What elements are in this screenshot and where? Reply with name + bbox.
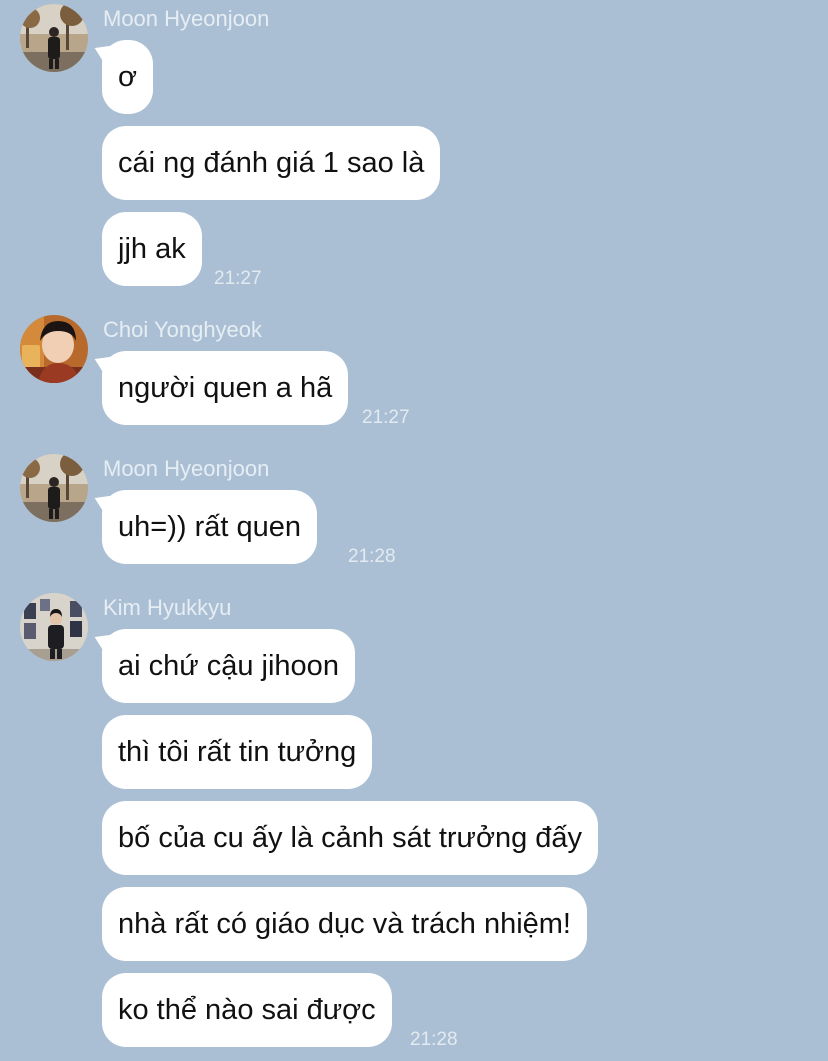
- user-avatar-photo-icon: [20, 454, 88, 522]
- user-avatar-photo-icon: [20, 315, 88, 383]
- message-bubble[interactable]: nhà rất có giáo dục và trách nhiệm!: [102, 887, 587, 961]
- user-avatar-photo-icon: [20, 4, 88, 72]
- user-avatar-photo-icon: [20, 593, 88, 661]
- message-bubble[interactable]: jjh ak: [102, 212, 202, 286]
- avatar-kim-hyukkyu[interactable]: [20, 593, 88, 661]
- message-timestamp: 21:27: [362, 407, 410, 428]
- message-timestamp: 21:27: [214, 268, 262, 289]
- avatar-choi-yonghyeok[interactable]: [20, 315, 88, 383]
- sender-name: Choi Yonghyeok: [103, 317, 263, 342]
- message-timestamp: 21:28: [410, 1029, 458, 1050]
- avatar-moon-hyeonjoon[interactable]: [20, 454, 88, 522]
- sender-name: Moon Hyeonjoon: [103, 6, 270, 31]
- message-bubble[interactable]: uh=)) rất quen: [102, 490, 317, 564]
- message-bubble[interactable]: cái ng đánh giá 1 sao là: [102, 126, 441, 200]
- message-bubble[interactable]: ai chứ cậu jihoon: [102, 629, 355, 703]
- avatar-moon-hyeonjoon[interactable]: [20, 4, 88, 72]
- sender-name: Moon Hyeonjoon: [103, 456, 270, 481]
- message-bubble[interactable]: ko thể nào sai được: [102, 973, 392, 1047]
- message-bubble[interactable]: bố của cu ấy là cảnh sát trưởng đấy: [102, 801, 599, 875]
- sender-name: Kim Hyukkyu: [103, 595, 232, 620]
- message-bubble[interactable]: người quen a hã: [102, 351, 349, 425]
- message-timestamp: 21:28: [348, 546, 396, 567]
- message-bubble[interactable]: thì tôi rất tin tưởng: [102, 715, 373, 789]
- message-bubble[interactable]: ơ: [102, 40, 154, 114]
